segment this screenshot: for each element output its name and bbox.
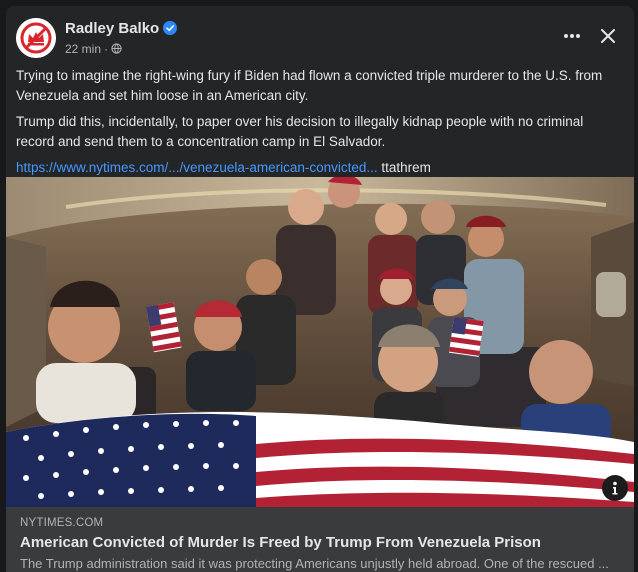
post-link-line: https://www.nytimes.com/.../venezuela-am… [16, 158, 624, 178]
article-link[interactable]: https://www.nytimes.com/.../venezuela-am… [16, 160, 378, 175]
article-photo[interactable] [6, 177, 634, 507]
more-options-icon [564, 34, 580, 38]
group-photo-image [6, 177, 634, 507]
close-button[interactable] [592, 20, 624, 52]
preview-domain: NYTIMES.COM [20, 517, 104, 529]
globe-icon [111, 43, 122, 54]
link-suffix: ttathrem [377, 160, 431, 175]
verified-badge-icon [163, 21, 178, 35]
post-text: Trying to imagine the right-wing fury if… [16, 66, 624, 184]
post-card: Radley Balko 22 min · Trying to imagine t… [6, 6, 634, 572]
close-icon [601, 29, 615, 43]
post-paragraph-2: Trump did this, incidentally, to paper o… [16, 114, 584, 149]
avatar[interactable] [16, 18, 56, 58]
info-icon [612, 481, 618, 495]
meta-separator: · [104, 42, 109, 56]
no-crown-logo [16, 18, 56, 58]
post-meta: 22 min · [65, 42, 122, 56]
info-button[interactable] [602, 475, 628, 501]
post-header: Radley Balko 22 min · [16, 16, 624, 60]
preview-headline[interactable]: American Convicted of Murder Is Freed by… [20, 534, 541, 551]
link-preview[interactable]: NYTIMES.COM American Convicted of Murder… [6, 507, 634, 572]
author-name[interactable]: Radley Balko [65, 20, 159, 37]
post-paragraph-1: Trying to imagine the right-wing fury if… [16, 68, 603, 103]
more-options-button[interactable] [556, 20, 588, 52]
author-name-row: Radley Balko [65, 20, 178, 37]
post-time[interactable]: 22 min [65, 42, 101, 56]
preview-description: The Trump administration said it was pro… [20, 556, 609, 571]
